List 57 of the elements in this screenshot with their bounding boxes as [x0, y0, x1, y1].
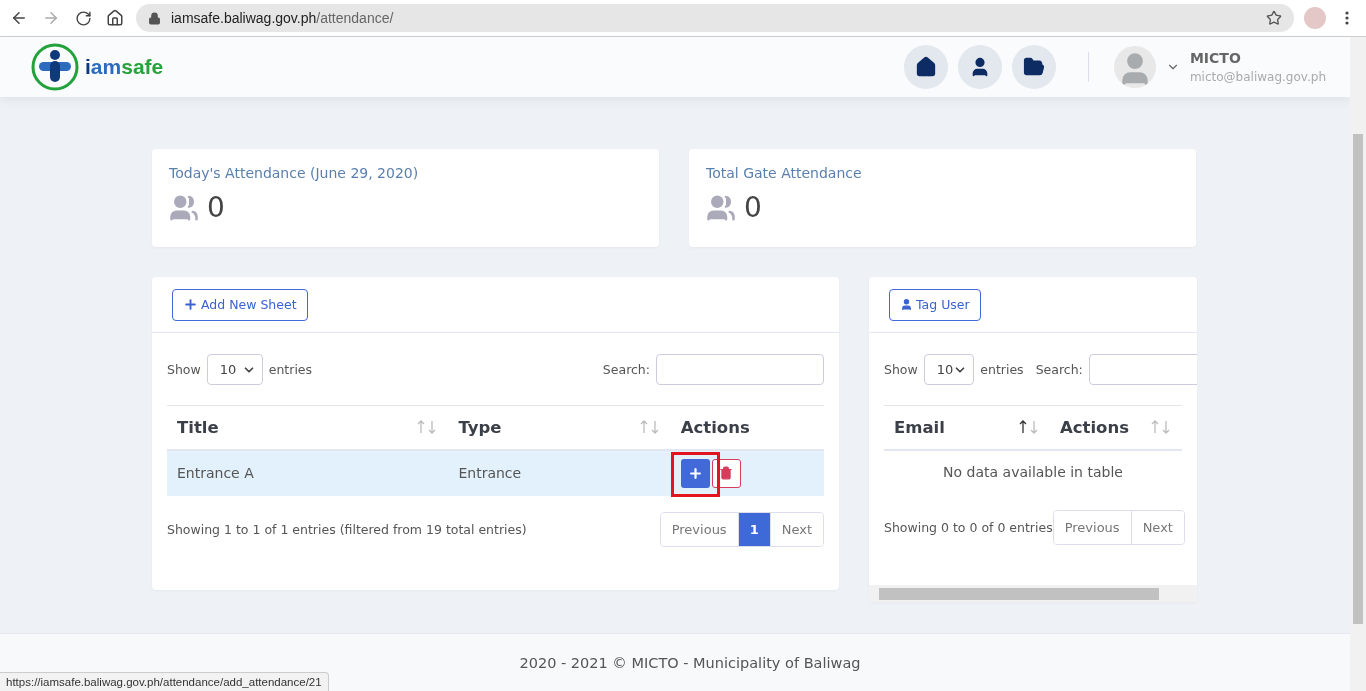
user-email: micto@baliwag.gov.ph — [1189, 70, 1326, 84]
tag-user-button[interactable]: Tag User — [889, 288, 981, 321]
menu-icon — [1345, 11, 1349, 25]
user-name: MICTO — [1189, 50, 1242, 66]
entries-label: entries — [980, 362, 1024, 377]
column-header[interactable]: Email — [884, 405, 1050, 450]
folder-icon — [1022, 56, 1045, 78]
stat-title: Total Gate Attendance — [706, 165, 863, 181]
home-icon — [914, 56, 937, 78]
plus-icon — [183, 297, 198, 312]
table-cell: Entrance A — [167, 449, 449, 496]
footer-text: 2020 - 2021 © MICTO - Municipality of Baliwag — [519, 654, 861, 671]
stat-value: 0 — [207, 191, 225, 224]
search-field[interactable] — [1088, 354, 1197, 385]
reload-icon — [74, 9, 92, 27]
home-button[interactable] — [903, 45, 948, 89]
folder-button[interactable] — [1011, 45, 1056, 89]
plus-icon — [687, 465, 703, 481]
brand-name: iamsafe — [85, 55, 164, 79]
show-label: Show — [167, 362, 201, 377]
lock-icon — [148, 11, 161, 25]
table-info: Showing 1 to 1 of 1 entries (filtered from 19 total entries) — [167, 521, 527, 537]
page-size-select[interactable]: 10 — [923, 354, 975, 385]
column-header: Actions — [670, 405, 824, 450]
show-label: Show — [884, 362, 918, 377]
highlight-frame — [670, 451, 720, 497]
table-cell: Entrance — [448, 449, 671, 496]
home-icon — [106, 9, 124, 27]
table-row[interactable]: Entrance A Entrance — [167, 449, 824, 496]
column-header[interactable]: Title — [167, 405, 449, 450]
page-button[interactable]: 1 — [737, 512, 770, 546]
search-label: Search: — [1035, 362, 1083, 377]
stat-title: Today's Attendance (June 29, 2020) — [169, 165, 420, 181]
entries-label: entries — [268, 362, 313, 377]
stat-value: 0 — [744, 191, 762, 224]
column-header[interactable]: Type — [448, 405, 671, 450]
vertical-scrollbar[interactable] — [1350, 37, 1366, 691]
star-icon[interactable] — [1266, 10, 1282, 26]
user-icon — [900, 298, 913, 311]
search-label: Search: — [602, 362, 650, 377]
user-button[interactable] — [957, 45, 1002, 89]
status-url: https://iamsafe.baliwag.gov.ph/attendance/add_attendance/21 — [0, 672, 329, 691]
page-button[interactable]: Next — [769, 512, 823, 546]
add-sheet-button[interactable]: Add New Sheet — [172, 288, 308, 321]
page-button[interactable]: Next — [1130, 510, 1184, 544]
table-info: Showing 0 to 0 of 0 entries — [884, 519, 1053, 535]
sort-icon[interactable] — [1018, 419, 1040, 436]
forward-arrow-icon — [42, 9, 60, 27]
page-size-select[interactable]: 10 — [206, 354, 263, 385]
add-button[interactable] — [680, 458, 710, 488]
empty-message: No data available in table — [884, 449, 1182, 494]
logo-icon — [31, 43, 79, 91]
address-bar[interactable]: iamsafe.baliwag.gov.ph/attendance/ — [136, 4, 1294, 32]
column-header[interactable]: Actions — [1050, 405, 1182, 450]
search-field[interactable] — [656, 354, 824, 385]
trash-icon — [719, 466, 734, 480]
horizontal-scrollbar[interactable] — [869, 585, 1197, 602]
